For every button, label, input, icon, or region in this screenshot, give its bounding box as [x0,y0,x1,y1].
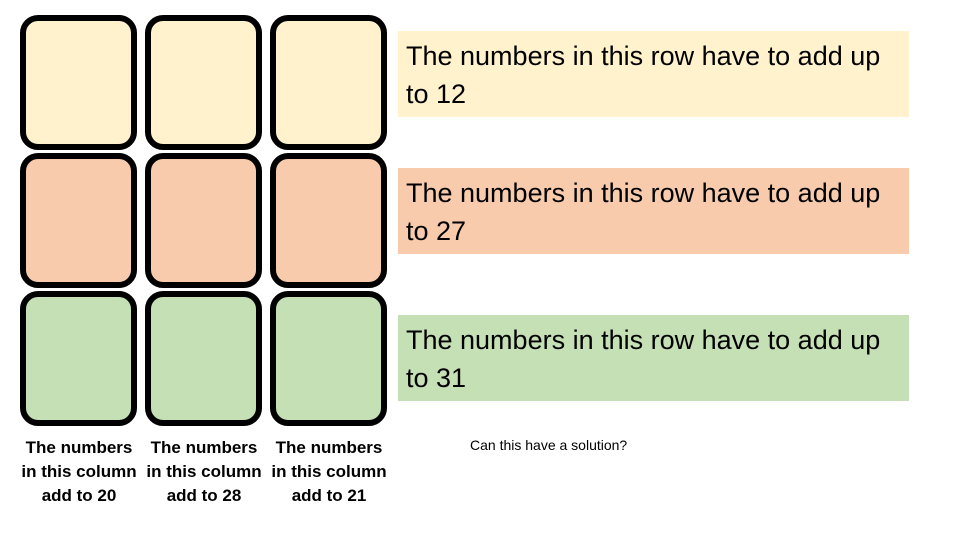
grid-tile-r1-c3[interactable] [270,15,387,150]
row-clue-2: The numbers in this row have to add up t… [398,168,909,254]
grid-tile-r2-c3[interactable] [270,153,387,288]
column-clue-1: The numbers in this column add to 20 [21,438,137,505]
grid-tile-r1-c1[interactable] [20,15,137,150]
grid-tile-r3-c3[interactable] [270,291,387,426]
column-clue-2: The numbers in this column add to 28 [146,438,262,505]
column-clue-3: The numbers in this column add to 21 [271,438,387,505]
grid-tile-r1-c2[interactable] [145,15,262,150]
row-clue-1: The numbers in this row have to add up t… [398,31,909,117]
question-text: Can this have a solution? [470,437,628,453]
grid-tile-r2-c1[interactable] [20,153,137,288]
grid-tile-r3-c2[interactable] [145,291,262,426]
grid-tile-r2-c2[interactable] [145,153,262,288]
row-clue-3: The numbers in this row have to add up t… [398,315,909,401]
grid-tile-r3-c1[interactable] [20,291,137,426]
